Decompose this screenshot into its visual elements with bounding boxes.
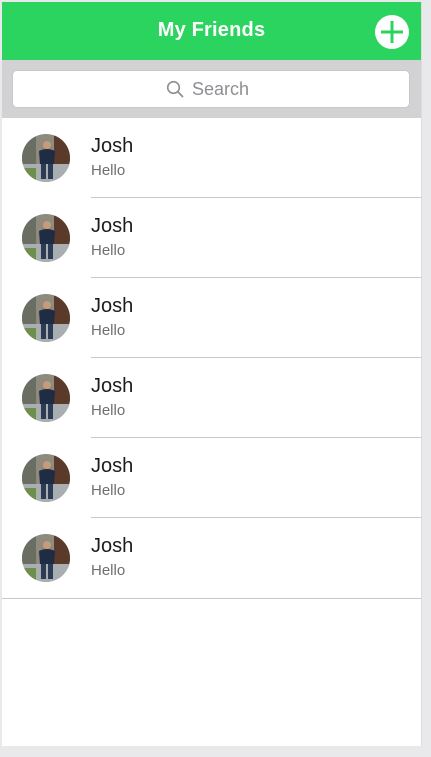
friend-message: Hello <box>91 242 126 259</box>
friend-list: Josh Hello Josh Hello Josh Hello Josh He… <box>2 118 421 599</box>
search-bar <box>2 60 421 118</box>
avatar <box>22 374 70 422</box>
avatar <box>22 534 70 582</box>
plus-circle-icon <box>381 21 403 43</box>
friend-message: Hello <box>91 402 126 419</box>
search-icon <box>166 80 184 98</box>
friend-name: Josh <box>91 215 134 237</box>
friend-name: Josh <box>91 295 134 317</box>
friends-screen: My Friends Search Josh Hello Josh Hello … <box>2 2 422 746</box>
friend-name: Josh <box>91 375 134 397</box>
friend-row[interactable]: Josh Hello <box>2 518 421 598</box>
avatar <box>22 134 70 182</box>
avatar <box>22 454 70 502</box>
friend-message: Hello <box>91 162 126 179</box>
add-friend-button[interactable] <box>375 15 409 49</box>
nav-bar: My Friends <box>2 2 421 60</box>
friend-row[interactable]: Josh Hello <box>2 198 421 278</box>
friend-name: Josh <box>91 535 134 557</box>
friend-row[interactable]: Josh Hello <box>2 278 421 358</box>
friend-message: Hello <box>91 562 126 579</box>
friend-row[interactable]: Josh Hello <box>2 118 421 198</box>
page-title: My Friends <box>157 19 266 41</box>
friend-message: Hello <box>91 322 126 339</box>
avatar <box>22 294 70 342</box>
friend-row[interactable]: Josh Hello <box>2 438 421 518</box>
friend-row[interactable]: Josh Hello <box>2 358 421 438</box>
search-field[interactable] <box>12 70 410 108</box>
friend-name: Josh <box>91 455 134 477</box>
search-input[interactable] <box>192 78 256 100</box>
avatar <box>22 214 70 262</box>
friend-message: Hello <box>91 482 126 499</box>
friend-name: Josh <box>91 135 134 157</box>
